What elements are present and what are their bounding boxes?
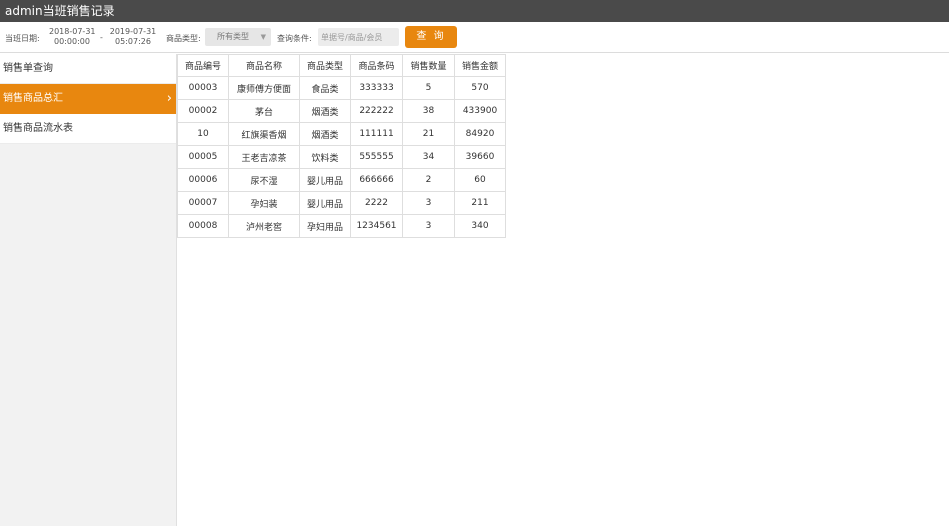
cell-type: 婴儿用品 xyxy=(299,168,351,192)
chevron-right-icon: › xyxy=(166,91,172,106)
table-row[interactable]: 00002 茅台 烟酒类 222222 38 433900 xyxy=(177,99,506,123)
sidebar-item-label: 销售商品总汇 xyxy=(3,93,63,104)
cell-barcode: 555555 xyxy=(350,145,403,169)
query-label: 查询条件: xyxy=(277,34,312,43)
app-title: admin当班销售记录 xyxy=(5,4,115,18)
table-row[interactable]: 00003 康师傅方便面 食品类 333333 5 570 xyxy=(177,76,506,100)
cell-name: 王老吉凉茶 xyxy=(228,145,300,169)
chevron-down-icon: ▼ xyxy=(260,33,266,41)
cell-code: 00005 xyxy=(177,145,229,169)
column-header[interactable]: 商品类型 xyxy=(299,54,351,77)
start-date: 2018-07-31 xyxy=(49,27,96,36)
cell-name: 尿不湿 xyxy=(228,168,300,192)
cell-code: 00007 xyxy=(177,191,229,215)
cell-type: 烟酒类 xyxy=(299,99,351,123)
cell-code: 00008 xyxy=(177,214,229,238)
column-header[interactable]: 销售数量 xyxy=(402,54,455,77)
column-header[interactable]: 商品名称 xyxy=(228,54,300,77)
category-select-value: 所有类型 xyxy=(217,32,249,41)
category-label: 商品类型: xyxy=(166,34,201,43)
date-separator: - xyxy=(100,33,103,42)
cell-code: 10 xyxy=(177,122,229,146)
cell-barcode: 666666 xyxy=(350,168,403,192)
cell-type: 婴儿用品 xyxy=(299,191,351,215)
cell-code: 00002 xyxy=(177,99,229,123)
column-header[interactable]: 商品编号 xyxy=(177,54,229,77)
start-time: 00:00:00 xyxy=(54,37,90,46)
cell-quantity: 5 xyxy=(402,76,455,100)
cell-code: 00006 xyxy=(177,168,229,192)
cell-type: 烟酒类 xyxy=(299,122,351,146)
cell-quantity: 3 xyxy=(402,214,455,238)
cell-quantity: 2 xyxy=(402,168,455,192)
cell-quantity: 34 xyxy=(402,145,455,169)
cell-code: 00003 xyxy=(177,76,229,100)
cell-amount: 84920 xyxy=(454,122,506,146)
cell-barcode: 2222 xyxy=(350,191,403,215)
sidebar-item-sales-goods-summary[interactable]: 销售商品总汇 › xyxy=(0,84,176,114)
category-select[interactable]: 所有类型 ▼ xyxy=(205,28,271,46)
sales-summary-table: 商品编号 商品名称 商品类型 商品条码 销售数量 销售金额 00003 康师傅方… xyxy=(177,54,506,238)
start-date-picker[interactable]: 2018-07-31 00:00:00 xyxy=(49,27,96,47)
cell-amount: 60 xyxy=(454,168,506,192)
table-row[interactable]: 00007 孕妇装 婴儿用品 2222 3 211 xyxy=(177,191,506,215)
table-row[interactable]: 00008 泸州老窖 孕妇用品 1234561 3 340 xyxy=(177,214,506,238)
cell-barcode: 1234561 xyxy=(350,214,403,238)
sidebar-item-label: 销售商品流水表 xyxy=(3,123,73,134)
cell-name: 红旗渠香烟 xyxy=(228,122,300,146)
filter-toolbar: 当班日期: 2018-07-31 00:00:00 - 2019-07-31 0… xyxy=(0,22,949,53)
sidebar: 销售单查询 销售商品总汇 › 销售商品流水表 xyxy=(0,54,177,526)
cell-amount: 340 xyxy=(454,214,506,238)
table-row[interactable]: 00006 尿不湿 婴儿用品 666666 2 60 xyxy=(177,168,506,192)
cell-amount: 211 xyxy=(454,191,506,215)
cell-name: 茅台 xyxy=(228,99,300,123)
end-date: 2019-07-31 xyxy=(109,27,157,36)
cell-type: 孕妇用品 xyxy=(299,214,351,238)
cell-name: 孕妇装 xyxy=(228,191,300,215)
cell-name: 泸州老窖 xyxy=(228,214,300,238)
sidebar-item-label: 销售单查询 xyxy=(3,63,53,74)
table-header-row: 商品编号 商品名称 商品类型 商品条码 销售数量 销售金额 xyxy=(177,54,506,77)
cell-barcode: 222222 xyxy=(350,99,403,123)
sidebar-item-sales-order-query[interactable]: 销售单查询 xyxy=(0,54,176,84)
cell-barcode: 333333 xyxy=(350,76,403,100)
cell-name: 康师傅方便面 xyxy=(228,76,300,100)
cell-type: 食品类 xyxy=(299,76,351,100)
shift-date-label: 当班日期: xyxy=(5,34,40,43)
table-row[interactable]: 00005 王老吉凉茶 饮料类 555555 34 39660 xyxy=(177,145,506,169)
cell-amount: 570 xyxy=(454,76,506,100)
query-input[interactable] xyxy=(318,28,399,46)
cell-quantity: 21 xyxy=(402,122,455,146)
cell-type: 饮料类 xyxy=(299,145,351,169)
title-bar: admin当班销售记录 xyxy=(0,0,949,22)
column-header[interactable]: 商品条码 xyxy=(350,54,403,77)
end-date-picker[interactable]: 2019-07-31 05:07:26 xyxy=(108,27,158,47)
table-row[interactable]: 10 红旗渠香烟 烟酒类 111111 21 84920 xyxy=(177,122,506,146)
cell-quantity: 3 xyxy=(402,191,455,215)
sidebar-item-sales-goods-flow[interactable]: 销售商品流水表 xyxy=(0,114,176,144)
sales-summary-table-container: 商品编号 商品名称 商品类型 商品条码 销售数量 销售金额 00003 康师傅方… xyxy=(177,54,506,238)
column-header[interactable]: 销售金额 xyxy=(454,54,506,77)
cell-amount: 39660 xyxy=(454,145,506,169)
cell-amount: 433900 xyxy=(454,99,506,123)
cell-barcode: 111111 xyxy=(350,122,403,146)
end-time: 05:07:26 xyxy=(115,37,151,46)
cell-quantity: 38 xyxy=(402,99,455,123)
query-button[interactable]: 查 询 xyxy=(405,26,457,48)
